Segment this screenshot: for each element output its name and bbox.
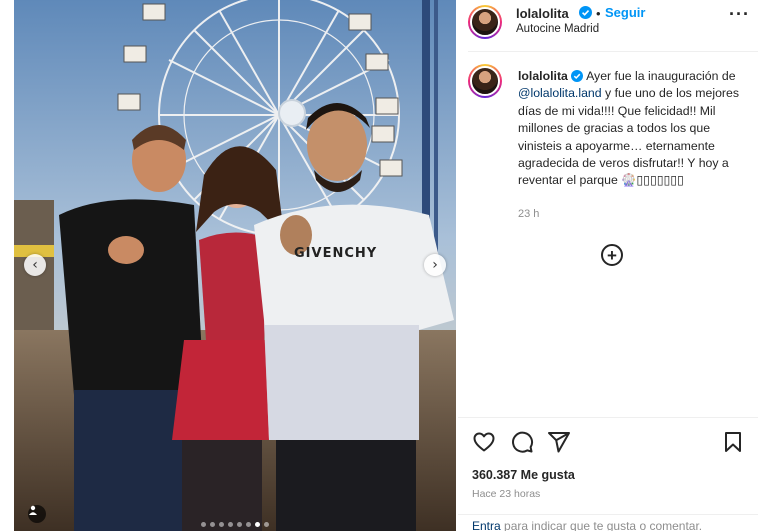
caption-username[interactable]: lolalolita — [518, 69, 568, 83]
post-age: Hace 23 horas — [472, 488, 541, 500]
verified-icon — [571, 70, 584, 82]
follow-button[interactable]: Seguir — [605, 5, 645, 20]
caption-timestamp: 23 h — [518, 208, 540, 220]
bookmark-icon[interactable] — [722, 430, 744, 454]
carousel-dot — [219, 522, 224, 527]
comment-icon[interactable] — [510, 430, 534, 454]
login-link[interactable]: Entra — [472, 519, 501, 531]
header-separator: • — [596, 6, 601, 21]
carousel-dot — [246, 522, 251, 527]
post-details-panel: lolalolita • Seguir Autocine Madrid ··· … — [458, 0, 758, 531]
verified-icon — [579, 6, 592, 19]
carousel-dot — [264, 522, 269, 527]
photo-illustration: GIVENCHY — [14, 0, 456, 531]
user-icon — [29, 505, 37, 515]
caption-mention-link[interactable]: @lolalolita.land — [518, 86, 602, 100]
previous-slide-button[interactable]: ‹ — [24, 254, 46, 276]
author-username[interactable]: lolalolita — [516, 6, 569, 21]
next-slide-button[interactable]: › — [424, 254, 446, 276]
avatar-image — [470, 7, 500, 37]
carousel-dot — [228, 522, 233, 527]
tagged-users-icon[interactable] — [28, 505, 46, 523]
caption-text: lolalolita Ayer fue la inauguración de @… — [518, 68, 750, 190]
carousel-dot — [237, 522, 242, 527]
login-to-comment-prompt: Entra para indicar que te gusta o coment… — [458, 514, 758, 531]
more-options-icon[interactable]: ··· — [729, 4, 750, 25]
svg-text:GIVENCHY: GIVENCHY — [294, 246, 377, 261]
caption-author-avatar[interactable] — [468, 64, 502, 98]
avatar-image — [470, 66, 500, 96]
caption-emojis: 🎡▯▯▯▯▯▯▯ — [621, 173, 684, 188]
heart-icon[interactable] — [472, 430, 496, 454]
carousel-dot — [210, 522, 215, 527]
carousel-dot-active — [255, 522, 260, 527]
post-location[interactable]: Autocine Madrid — [516, 23, 599, 35]
author-avatar[interactable] — [468, 5, 502, 39]
comment-prompt-text: para indicar que te gusta o comentar. — [500, 519, 703, 531]
post-actions: 360.387 Me gusta Hace 23 horas Entra par… — [458, 417, 758, 531]
share-icon[interactable] — [547, 430, 571, 454]
caption-body-start: Ayer fue la inauguración de — [586, 69, 736, 83]
post-header: lolalolita • Seguir Autocine Madrid ··· — [468, 0, 758, 52]
carousel-indicator — [14, 522, 456, 527]
post-photo[interactable]: GIVENCHY ‹ › — [14, 0, 456, 531]
like-count[interactable]: 360.387 Me gusta — [472, 468, 575, 482]
view-more-comments-button[interactable]: + — [601, 244, 623, 266]
carousel-dot — [201, 522, 206, 527]
